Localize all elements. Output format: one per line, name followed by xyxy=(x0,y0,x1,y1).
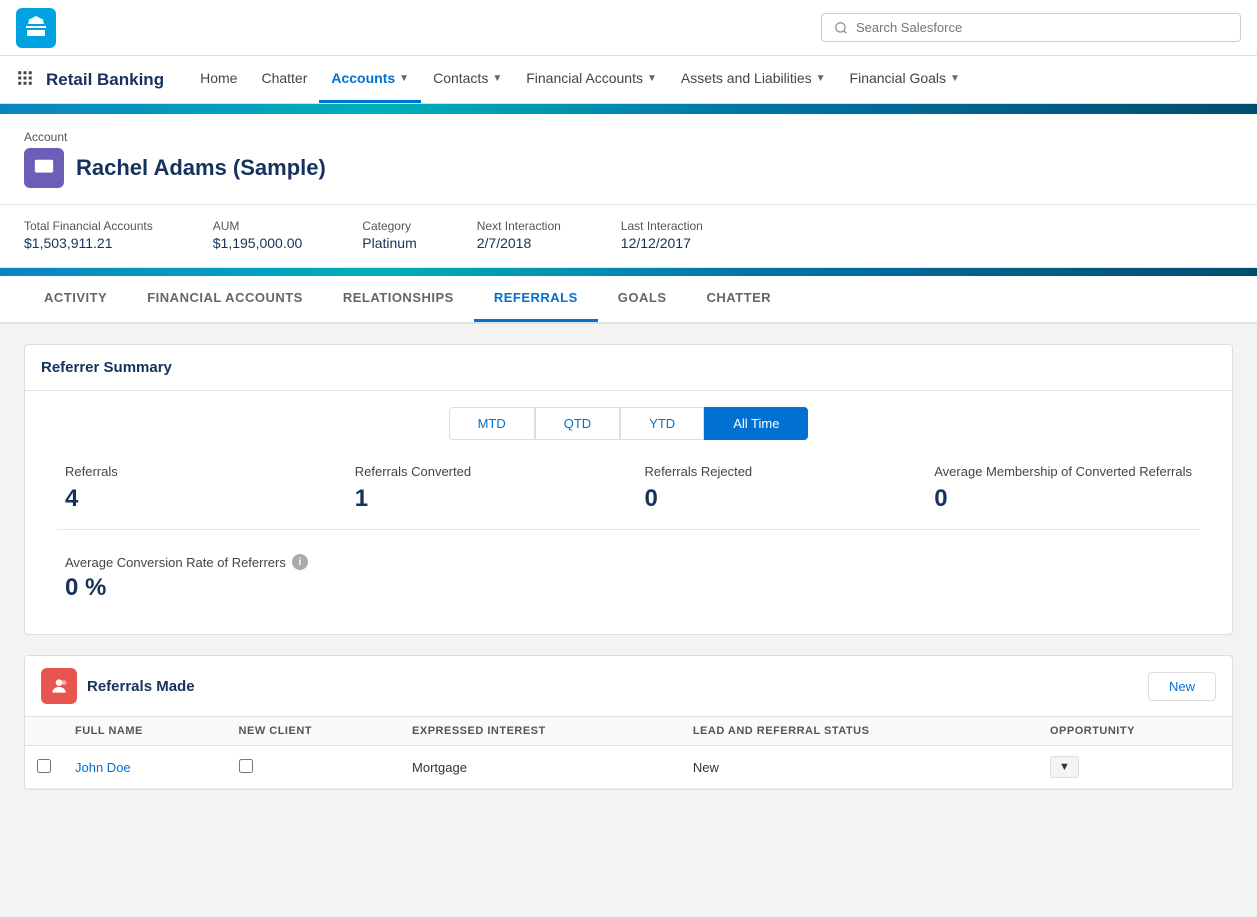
nav-item-assets-liabilities[interactable]: Assets and Liabilities ▼ xyxy=(669,56,838,103)
period-mtd[interactable]: MTD xyxy=(449,407,535,440)
search-icon xyxy=(834,21,848,35)
referrals-table: FULL NAME NEW CLIENT EXPRESSED INTEREST … xyxy=(25,717,1232,789)
tab-activity[interactable]: ACTIVITY xyxy=(24,276,127,322)
referrals-made-card: Referrals Made New FULL NAME NEW CLIENT … xyxy=(24,655,1233,790)
account-stats: Total Financial Accounts $1,503,911.21 A… xyxy=(0,205,1257,268)
tab-financial-accounts[interactable]: FINANCIAL ACCOUNTS xyxy=(127,276,323,322)
search-input[interactable] xyxy=(856,20,1228,35)
stat-referrals: Referrals 4 xyxy=(49,464,339,529)
row-opportunity: ▼ xyxy=(1038,746,1232,789)
tab-bar: ACTIVITY FINANCIAL ACCOUNTS RELATIONSHIP… xyxy=(0,276,1257,324)
table-row: John Doe Mortgage New ▼ xyxy=(25,746,1232,789)
stat-category: Category Platinum xyxy=(362,219,416,251)
row-interest: Mortgage xyxy=(400,746,681,789)
fullname-link[interactable]: John Doe xyxy=(75,760,131,775)
stat-last-interaction: Last Interaction 12/12/2017 xyxy=(621,219,703,251)
account-header: Account Rachel Adams (Sample) xyxy=(0,114,1257,205)
chevron-down-icon: ▼ xyxy=(492,73,502,84)
conversion-rate-row: Average Conversion Rate of Referrers i 0… xyxy=(41,546,1216,618)
referrals-made-title: Referrals Made xyxy=(87,678,195,695)
row-newclient xyxy=(227,746,401,789)
nav-items: Home Chatter Accounts ▼ Contacts ▼ Finan… xyxy=(188,56,972,103)
app-name: Retail Banking xyxy=(46,70,164,90)
app-logo xyxy=(16,8,56,48)
opportunity-dropdown[interactable]: ▼ xyxy=(1050,756,1079,778)
nav-item-home[interactable]: Home xyxy=(188,56,249,103)
chevron-down-icon: ▼ xyxy=(647,73,657,84)
stat-next-interaction: Next Interaction 2/7/2018 xyxy=(477,219,561,251)
stat-referrals-converted: Referrals Converted 1 xyxy=(339,464,629,529)
grid-icon[interactable] xyxy=(16,69,34,90)
period-alltime[interactable]: All Time xyxy=(704,407,808,440)
stat-aum: AUM $1,195,000.00 xyxy=(213,219,303,251)
period-ytd[interactable]: YTD xyxy=(620,407,704,440)
row-checkbox-cell xyxy=(25,746,63,789)
stat-referrals-rejected: Referrals Rejected 0 xyxy=(629,464,919,529)
nav-item-accounts[interactable]: Accounts ▼ xyxy=(319,56,421,103)
nav-item-contacts[interactable]: Contacts ▼ xyxy=(421,56,514,103)
referrals-made-icon xyxy=(41,668,77,704)
nav-item-chatter[interactable]: Chatter xyxy=(249,56,319,103)
stats-divider xyxy=(57,529,1200,530)
account-avatar xyxy=(24,148,64,188)
new-button[interactable]: New xyxy=(1148,672,1216,701)
referrer-summary-title: Referrer Summary xyxy=(25,345,1232,391)
referrals-made-header: Referrals Made New xyxy=(25,656,1232,717)
referrer-stats-grid: Referrals 4 Referrals Converted 1 Referr… xyxy=(41,464,1216,529)
period-qtd[interactable]: QTD xyxy=(535,407,620,440)
row-fullname: John Doe xyxy=(63,746,227,789)
newclient-checkbox[interactable] xyxy=(239,759,253,773)
account-name: Rachel Adams (Sample) xyxy=(76,155,326,181)
decorative-stripe-2 xyxy=(0,268,1257,276)
stat-avg-membership: Average Membership of Converted Referral… xyxy=(918,464,1208,529)
top-bar xyxy=(0,0,1257,56)
nav-item-financial-goals[interactable]: Financial Goals ▼ xyxy=(838,56,972,103)
info-icon[interactable]: i xyxy=(292,554,308,570)
tab-referrals[interactable]: REFERRALS xyxy=(474,276,598,322)
row-status: New xyxy=(681,746,1038,789)
nav-item-financial-accounts[interactable]: Financial Accounts ▼ xyxy=(514,56,669,103)
referrer-summary-card: Referrer Summary MTD QTD YTD All Time Re… xyxy=(24,344,1233,635)
stat-total-financial-accounts: Total Financial Accounts $1,503,911.21 xyxy=(24,219,153,251)
chevron-down-icon: ▼ xyxy=(950,73,960,84)
col-checkbox xyxy=(25,717,63,746)
tab-relationships[interactable]: RELATIONSHIPS xyxy=(323,276,474,322)
referrer-summary-body: MTD QTD YTD All Time Referrals 4 Referra… xyxy=(25,391,1232,634)
col-fullname: FULL NAME xyxy=(63,717,227,746)
account-label: Account xyxy=(24,130,1233,144)
nav-bar: Retail Banking Home Chatter Accounts ▼ C… xyxy=(0,56,1257,104)
decorative-stripe xyxy=(0,104,1257,114)
tab-chatter[interactable]: CHATTER xyxy=(687,276,792,322)
main-content: Referrer Summary MTD QTD YTD All Time Re… xyxy=(0,324,1257,830)
row-checkbox[interactable] xyxy=(37,759,51,773)
col-opportunity: OPPORTUNITY xyxy=(1038,717,1232,746)
col-status: LEAD AND REFERRAL STATUS xyxy=(681,717,1038,746)
chevron-down-icon: ▼ xyxy=(816,73,826,84)
tab-goals[interactable]: GOALS xyxy=(598,276,687,322)
period-buttons: MTD QTD YTD All Time xyxy=(41,407,1216,440)
col-interest: EXPRESSED INTEREST xyxy=(400,717,681,746)
chevron-down-icon: ▼ xyxy=(399,73,409,84)
col-newclient: NEW CLIENT xyxy=(227,717,401,746)
search-bar[interactable] xyxy=(821,13,1241,42)
